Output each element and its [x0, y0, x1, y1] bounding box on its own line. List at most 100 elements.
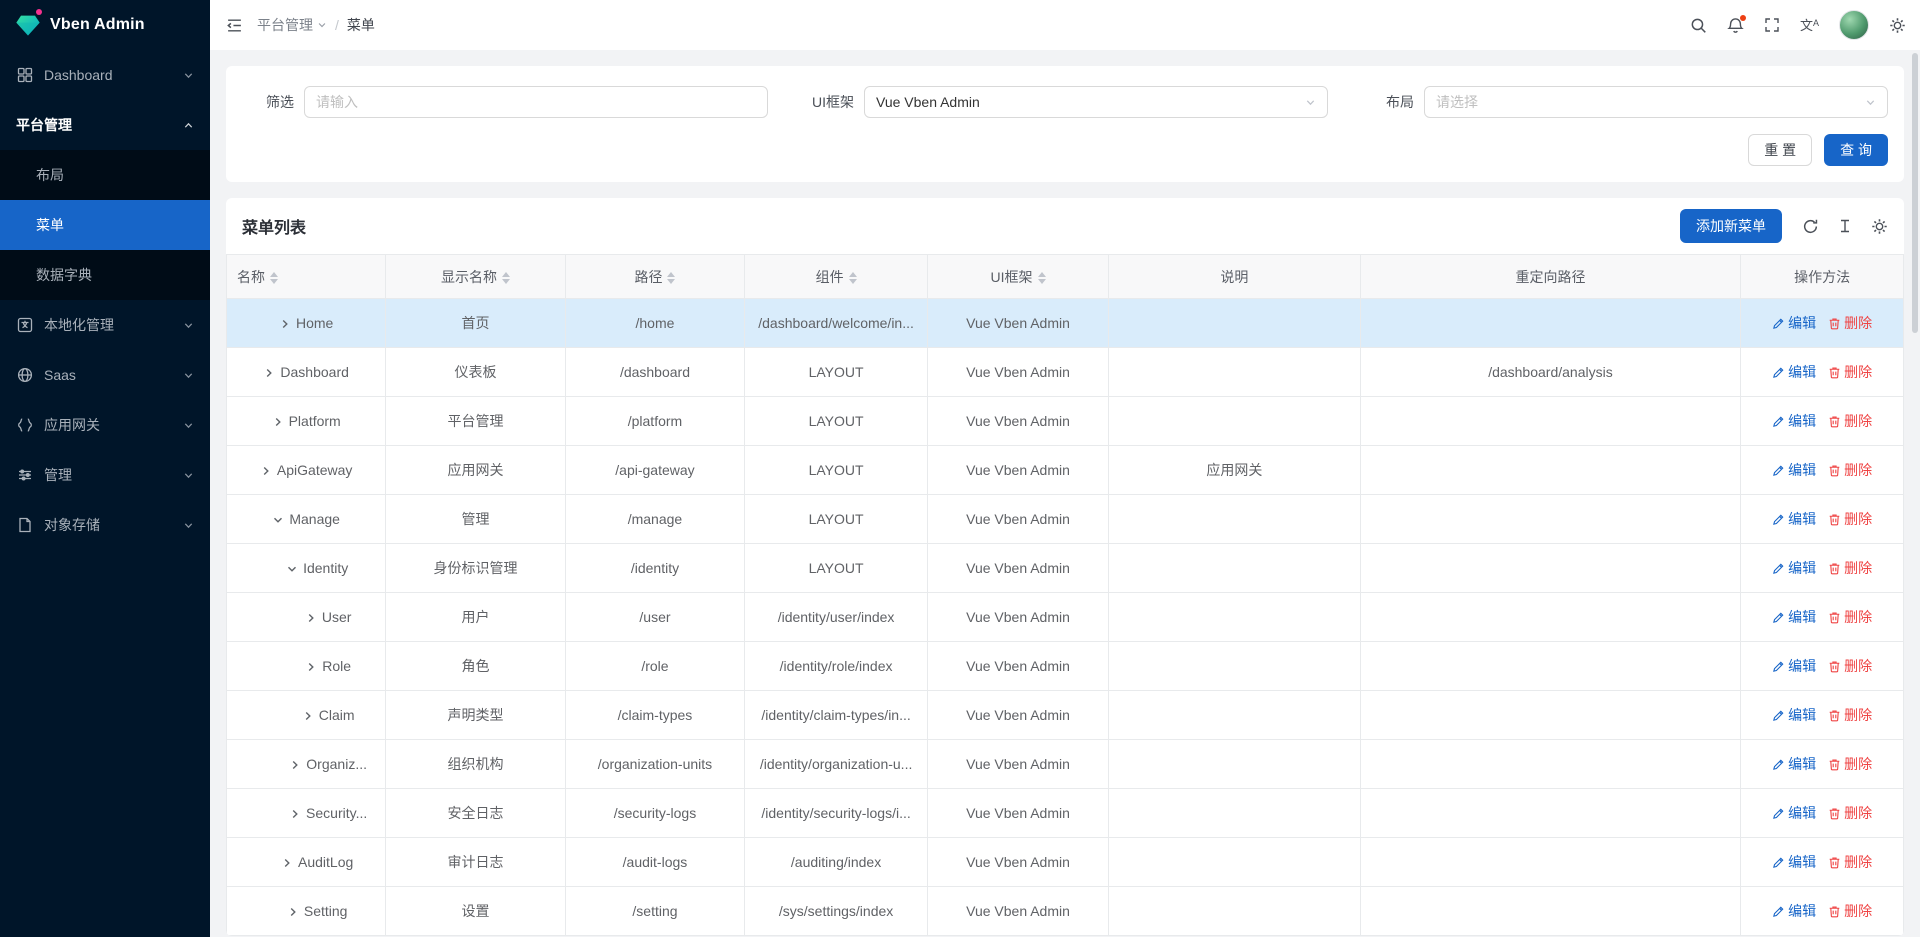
expand-row-icon[interactable]: [279, 318, 291, 330]
table-row[interactable]: Dashboard仪表板/dashboardLAYOUTVue Vben Adm…: [227, 348, 1904, 397]
sidebar-item-manage[interactable]: 管理: [0, 450, 210, 500]
cell-description: [1109, 789, 1361, 838]
delete-icon: [1828, 709, 1841, 722]
edit-button[interactable]: 编辑: [1772, 411, 1816, 431]
edit-button[interactable]: 编辑: [1772, 362, 1816, 382]
collapse-sidebar-icon[interactable]: [226, 17, 243, 34]
translate-icon[interactable]: 文A: [1800, 19, 1819, 32]
expand-row-icon[interactable]: [289, 808, 301, 820]
table-row[interactable]: ApiGateway应用网关/api-gatewayLAYOUTVue Vben…: [227, 446, 1904, 495]
expand-row-icon[interactable]: [289, 759, 301, 771]
table-row[interactable]: User用户/user/identity/user/indexVue Vben …: [227, 593, 1904, 642]
table-row[interactable]: AuditLog审计日志/audit-logs/auditing/indexVu…: [227, 838, 1904, 887]
sort-icon[interactable]: [667, 272, 675, 284]
table-settings-icon[interactable]: [1871, 218, 1888, 235]
sort-icon[interactable]: [849, 272, 857, 284]
collapse-row-icon[interactable]: [272, 514, 284, 526]
sort-icon[interactable]: [270, 272, 278, 284]
column-header-4[interactable]: UI框架: [927, 255, 1108, 299]
edit-button[interactable]: 编辑: [1772, 656, 1816, 676]
expand-row-icon[interactable]: [287, 906, 299, 918]
add-menu-button[interactable]: 添加新菜单: [1680, 209, 1782, 243]
notification-bell-icon[interactable]: [1727, 17, 1744, 34]
edit-button[interactable]: 编辑: [1772, 803, 1816, 823]
edit-button[interactable]: 编辑: [1772, 607, 1816, 627]
expand-row-icon[interactable]: [263, 367, 275, 379]
search-icon[interactable]: [1690, 17, 1707, 34]
sidebar-item-object-storage[interactable]: 对象存储: [0, 500, 210, 550]
collapse-row-icon[interactable]: [286, 563, 298, 575]
refresh-icon[interactable]: [1802, 218, 1819, 235]
expand-row-icon[interactable]: [305, 612, 317, 624]
ui-framework-select[interactable]: Vue Vben Admin: [864, 86, 1328, 118]
sidebar-item-dashboard[interactable]: Dashboard: [0, 50, 210, 100]
sidebar-item-localization[interactable]: 本地化管理: [0, 300, 210, 350]
sidebar-item-gateway[interactable]: 应用网关: [0, 400, 210, 450]
column-header-0[interactable]: 名称: [227, 255, 386, 299]
sidebar-item-menu[interactable]: 菜单: [0, 200, 210, 250]
scrollbar-thumb[interactable]: [1912, 53, 1918, 333]
settings-gear-icon[interactable]: [1889, 17, 1906, 34]
expand-row-icon[interactable]: [260, 465, 272, 477]
sort-icon[interactable]: [1038, 272, 1046, 284]
delete-button[interactable]: 删除: [1828, 656, 1872, 676]
edit-button[interactable]: 编辑: [1772, 558, 1816, 578]
edit-button[interactable]: 编辑: [1772, 705, 1816, 725]
cell-redirect: [1360, 495, 1741, 544]
table-row[interactable]: Organiz...组织机构/organization-units/identi…: [227, 740, 1904, 789]
cell-component: LAYOUT: [745, 397, 928, 446]
delete-button[interactable]: 删除: [1828, 362, 1872, 382]
delete-icon: [1828, 807, 1841, 820]
delete-button[interactable]: 删除: [1828, 313, 1872, 333]
edit-button[interactable]: 编辑: [1772, 313, 1816, 333]
topbar: 平台管理 / 菜单 文A: [210, 0, 1920, 50]
column-header-2[interactable]: 路径: [565, 255, 744, 299]
edit-button[interactable]: 编辑: [1772, 852, 1816, 872]
user-avatar[interactable]: [1839, 10, 1869, 40]
sidebar-item-layout[interactable]: 布局: [0, 150, 210, 200]
column-header-3[interactable]: 组件: [745, 255, 928, 299]
edit-button[interactable]: 编辑: [1772, 460, 1816, 480]
sort-icon[interactable]: [502, 272, 510, 284]
table-header-row: 名称 显示名称 路径 组件 UI框架 说明 重定向路径 操作方法: [227, 255, 1904, 299]
sidebar-item-data-dictionary[interactable]: 数据字典: [0, 250, 210, 300]
table-row[interactable]: Setting设置/setting/sys/settings/indexVue …: [227, 887, 1904, 936]
table-row[interactable]: Manage管理/manageLAYOUTVue Vben Admin 编辑删除: [227, 495, 1904, 544]
delete-button[interactable]: 删除: [1828, 754, 1872, 774]
app-logo[interactable]: Vben Admin: [0, 0, 210, 50]
sidebar-item-saas[interactable]: Saas: [0, 350, 210, 400]
layout-select[interactable]: 请选择: [1424, 86, 1888, 118]
delete-button[interactable]: 删除: [1828, 460, 1872, 480]
table-row[interactable]: Home首页/home/dashboard/welcome/in...Vue V…: [227, 299, 1904, 348]
delete-button[interactable]: 删除: [1828, 803, 1872, 823]
column-header-1[interactable]: 显示名称: [386, 255, 565, 299]
row-height-icon[interactable]: [1837, 218, 1853, 234]
expand-row-icon[interactable]: [281, 857, 293, 869]
delete-button[interactable]: 删除: [1828, 852, 1872, 872]
vertical-scrollbar[interactable]: [1910, 50, 1920, 937]
table-row[interactable]: Identity身份标识管理/identityLAYOUTVue Vben Ad…: [227, 544, 1904, 593]
fullscreen-icon[interactable]: [1764, 17, 1780, 33]
cell-redirect: [1360, 397, 1741, 446]
delete-button[interactable]: 删除: [1828, 411, 1872, 431]
reset-button[interactable]: 重 置: [1748, 134, 1812, 166]
sidebar-item-platform[interactable]: 平台管理: [0, 100, 210, 150]
edit-button[interactable]: 编辑: [1772, 754, 1816, 774]
delete-button[interactable]: 删除: [1828, 607, 1872, 627]
breadcrumb-root[interactable]: 平台管理: [257, 15, 327, 35]
table-row[interactable]: Role角色/role/identity/role/indexVue Vben …: [227, 642, 1904, 691]
table-row[interactable]: Security...安全日志/security-logs/identity/s…: [227, 789, 1904, 838]
delete-button[interactable]: 删除: [1828, 705, 1872, 725]
expand-row-icon[interactable]: [305, 661, 317, 673]
search-button[interactable]: 查 询: [1824, 134, 1888, 166]
table-row[interactable]: Claim声明类型/claim-types/identity/claim-typ…: [227, 691, 1904, 740]
expand-row-icon[interactable]: [302, 710, 314, 722]
delete-button[interactable]: 删除: [1828, 558, 1872, 578]
delete-button[interactable]: 删除: [1828, 509, 1872, 529]
expand-row-icon[interactable]: [272, 416, 284, 428]
table-row[interactable]: Platform平台管理/platformLAYOUTVue Vben Admi…: [227, 397, 1904, 446]
edit-button[interactable]: 编辑: [1772, 901, 1816, 921]
delete-button[interactable]: 删除: [1828, 901, 1872, 921]
edit-button[interactable]: 编辑: [1772, 509, 1816, 529]
filter-keyword-input[interactable]: [304, 86, 768, 118]
